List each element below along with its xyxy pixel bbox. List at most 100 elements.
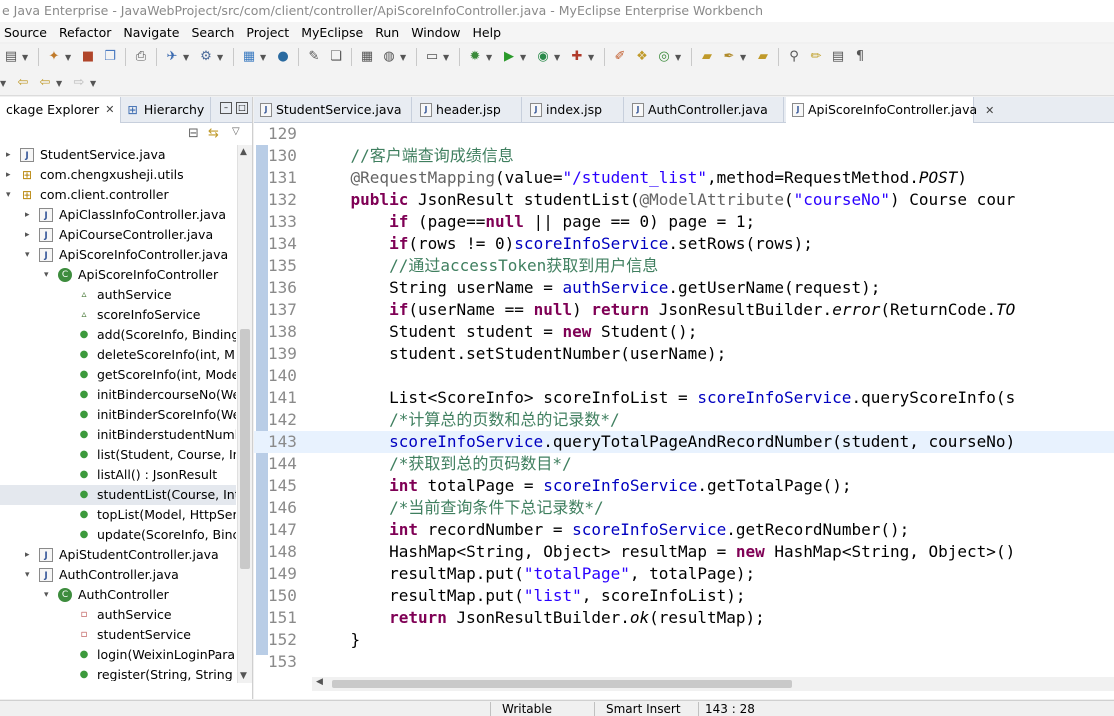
search-icon[interactable]: ⚲ <box>786 49 802 65</box>
new-wizard-icon[interactable]: ✦ <box>46 49 62 65</box>
menu-item-run[interactable]: Run <box>371 25 407 40</box>
code-line[interactable]: 135 //通过accessToken获取到用户信息 <box>254 255 1114 277</box>
close-icon[interactable]: ✕ <box>985 104 994 117</box>
code-line[interactable]: 148 HashMap<String, Object> resultMap = … <box>254 541 1114 563</box>
chevron-down-icon[interactable]: ▼ <box>90 79 98 88</box>
edit-icon[interactable]: ✎ <box>306 49 322 65</box>
last-edit-icon[interactable]: ⇦ <box>15 75 31 91</box>
tree-item[interactable]: ● topList(Model, HttpSer <box>0 505 236 525</box>
tree-item[interactable]: ▫ studentService <box>0 625 236 645</box>
code-area[interactable]: 129 130 //客户端查询成绩信息 131 @RequestMapping(va… <box>254 123 1114 675</box>
scrollbar-thumb[interactable] <box>332 680 792 688</box>
editor-tab[interactable]: J AuthController.java <box>626 97 784 123</box>
chevron-down-icon[interactable]: ▼ <box>217 53 225 62</box>
code-line[interactable]: 141 List<ScoreInfo> scoreInfoList = scor… <box>254 387 1114 409</box>
database-icon[interactable]: ◍ <box>381 49 397 65</box>
menu-item-source[interactable]: Source <box>0 25 55 40</box>
code-line[interactable]: 151 return JsonResultBuilder.ok(resultMa… <box>254 607 1114 629</box>
tree-item[interactable]: ▵ scoreInfoService <box>0 305 236 325</box>
menu-item-window[interactable]: Window <box>407 25 468 40</box>
external-tools-icon[interactable]: ✚ <box>569 49 585 65</box>
code-line[interactable]: 144 /*获取到总的页码数目*/ <box>254 453 1114 475</box>
code-line[interactable]: 152 } <box>254 629 1114 651</box>
editor-tab[interactable]: Jindex.jsp <box>524 97 624 123</box>
code-line[interactable]: 132 public JsonResult studentList(@Model… <box>254 189 1114 211</box>
chevron-right-icon[interactable]: ▸ <box>25 205 30 225</box>
tree-item[interactable]: ▾ ⊞ com.client.controller <box>0 185 236 205</box>
tree-item[interactable]: ● deleteScoreInfo(int, M <box>0 345 236 365</box>
chevron-down-icon[interactable]: ▼ <box>675 53 683 62</box>
code-line[interactable]: 129 <box>254 123 1114 145</box>
monitor-icon[interactable]: ▭ <box>424 49 440 65</box>
new-class-icon[interactable]: ◎ <box>656 49 672 65</box>
tree-item[interactable]: ● update(ScoreInfo, Binc <box>0 525 236 545</box>
open-type-icon[interactable]: ■ <box>80 49 96 65</box>
chevron-down-icon[interactable]: ▼ <box>56 79 64 88</box>
chevron-down-icon[interactable]: ▼ <box>0 79 8 88</box>
code-line[interactable]: 140 <box>254 365 1114 387</box>
open-folder-icon[interactable]: ▰ <box>699 49 715 65</box>
menu-item-project[interactable]: Project <box>242 25 297 40</box>
forward-icon[interactable]: ⇨ <box>71 75 87 91</box>
browser-icon[interactable]: ▦ <box>241 49 257 65</box>
menu-item-search[interactable]: Search <box>187 25 242 40</box>
chevron-down-icon[interactable]: ▼ <box>400 53 408 62</box>
show-whitespace-icon[interactable]: ▤ <box>830 49 846 65</box>
menu-item-myeclipse[interactable]: MyEclipse <box>297 25 371 40</box>
code-line[interactable]: 143 scoreInfoService.queryTotalPageAndRe… <box>254 431 1114 453</box>
globe-icon[interactable]: ● <box>275 49 291 65</box>
tree-item[interactable]: ● studentList(Course, Inte <box>0 485 236 505</box>
editor-hscrollbar[interactable]: ◀ <box>312 677 1114 691</box>
chevron-down-icon[interactable]: ▾ <box>25 245 30 265</box>
tree-item[interactable]: ● getScoreInfo(int, Mode <box>0 365 236 385</box>
highlight-icon[interactable]: ✏ <box>808 49 824 65</box>
menu-item-help[interactable]: Help <box>469 25 510 40</box>
debug-icon[interactable]: ✹ <box>467 49 483 65</box>
scrollbar-thumb[interactable] <box>240 329 250 569</box>
back-icon[interactable]: ⇦ <box>37 75 53 91</box>
code-line[interactable]: 142 /*计算总的页数和总的记录数*/ <box>254 409 1114 431</box>
tree-item[interactable]: ● listAll() : JsonResult <box>0 465 236 485</box>
chevron-down-icon[interactable]: ▼ <box>443 53 451 62</box>
code-line[interactable]: 139 student.setStudentNumber(userName); <box>254 343 1114 365</box>
chevron-down-icon[interactable]: ▼ <box>740 53 748 62</box>
code-line[interactable]: 134 if(rows != 0)scoreInfoService.setRow… <box>254 233 1114 255</box>
collapse-all-icon[interactable]: ⊟ <box>188 126 199 141</box>
tree-scrollbar[interactable]: ▲ ▼ <box>237 145 252 683</box>
code-line[interactable]: 133 if (page==null || page == 0) page = … <box>254 211 1114 233</box>
chevron-right-icon[interactable]: ▸ <box>6 145 11 165</box>
tree-item[interactable]: ▸ J ApiCourseController.java <box>0 225 236 245</box>
pin-icon[interactable]: ✒ <box>721 49 737 65</box>
link-with-editor-icon[interactable]: ⇆ <box>208 126 219 141</box>
tree-item[interactable]: ▸ J ApiStudentController.java <box>0 545 236 565</box>
chevron-down-icon[interactable]: ▾ <box>6 185 11 205</box>
code-line[interactable]: 131 @RequestMapping(value="/student_list… <box>254 167 1114 189</box>
tree-item[interactable]: ▵ authService <box>0 285 236 305</box>
tree-item[interactable]: ● initBinderScoreInfo(We <box>0 405 236 425</box>
tree-item[interactable]: ▸ J StudentService.java <box>0 145 236 165</box>
editor-tab[interactable]: J ApiScoreInfoController.java ✕ <box>786 97 994 123</box>
tree-item[interactable]: ▸ J ApiClassInfoController.java <box>0 205 236 225</box>
tree-item[interactable]: ▾ J ApiScoreInfoController.java <box>0 245 236 265</box>
tree-item[interactable]: ● login(WeixinLoginParai <box>0 645 236 665</box>
chevron-down-icon[interactable]: ▼ <box>183 53 191 62</box>
menu-item-refactor[interactable]: Refactor <box>55 25 119 40</box>
new-icon[interactable]: ▤ <box>3 49 19 65</box>
tree-item[interactable]: ▾ C ApiScoreInfoController <box>0 265 236 285</box>
chevron-right-icon[interactable]: ▸ <box>6 165 11 185</box>
view-menu-icon[interactable]: ▽ <box>232 126 240 137</box>
chevron-down-icon[interactable]: ▾ <box>44 265 49 285</box>
editor-tab[interactable]: J StudentService.java <box>254 97 412 123</box>
chevron-right-icon[interactable]: ▸ <box>25 545 30 565</box>
code-line[interactable]: 136 String userName = authService.getUse… <box>254 277 1114 299</box>
scroll-up-icon[interactable]: ▲ <box>240 147 247 157</box>
tab-hierarchy[interactable]: ⊞ Hierarchy <box>121 96 212 123</box>
table-icon[interactable]: ▦ <box>359 49 375 65</box>
code-line[interactable]: 145 int totalPage = scoreInfoService.get… <box>254 475 1114 497</box>
copy-icon[interactable]: ❏ <box>328 49 344 65</box>
tree-item[interactable]: ▸ ⊞ com.chengxusheji.utils <box>0 165 236 185</box>
close-icon[interactable]: ✕ <box>105 97 114 123</box>
run-config-icon[interactable]: ◉ <box>535 49 551 65</box>
new-jsp-icon[interactable]: ✐ <box>612 49 628 65</box>
open-resource-icon[interactable]: ❐ <box>102 49 118 65</box>
